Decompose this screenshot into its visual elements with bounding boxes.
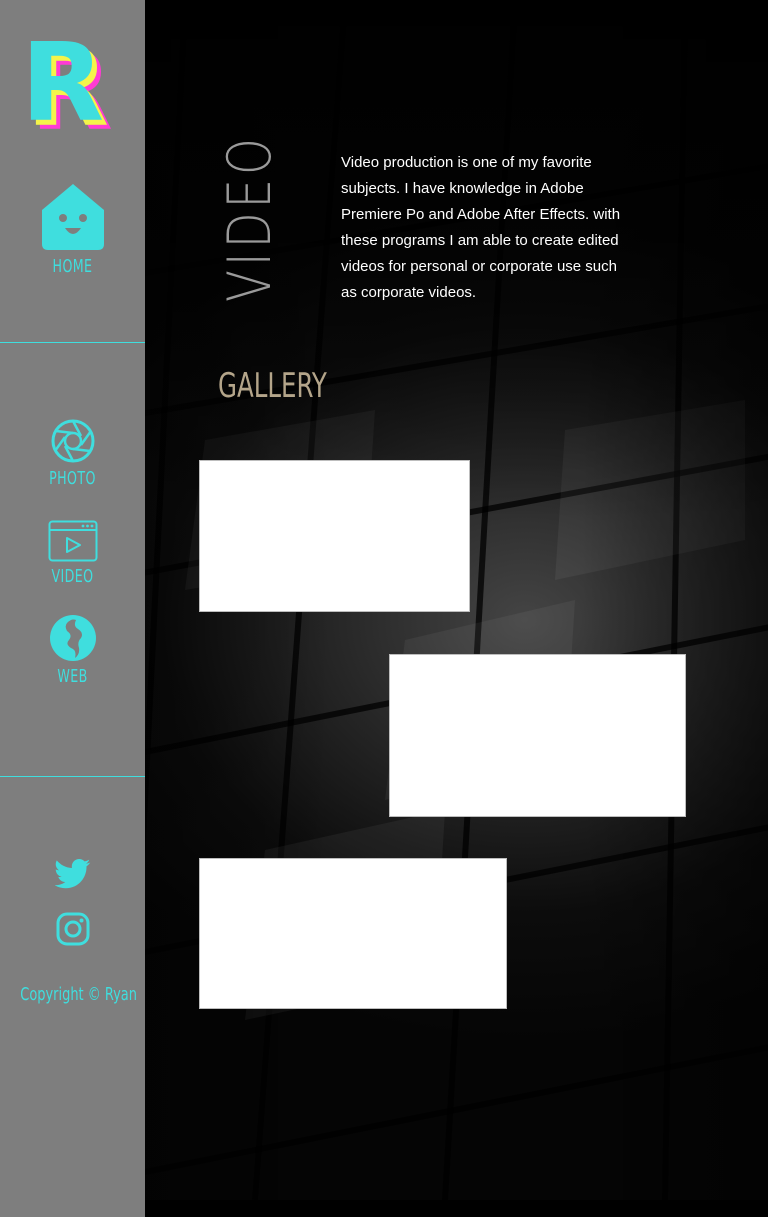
nav-photo-label: PHOTO [49,468,96,489]
sidebar: R R R HOME PHOTO VIDEO WEB Copyright © R… [0,0,145,1217]
camera-aperture-icon [51,419,94,463]
divider [0,342,145,343]
nav-photo[interactable]: PHOTO [0,418,145,489]
gallery-video-2[interactable] [389,654,686,817]
divider [0,776,145,777]
nav-video-label: VIDEO [51,566,94,587]
globe-icon [49,615,96,661]
footer-band [145,1200,768,1217]
page-title-text: VIDEO [215,134,285,302]
nav-home[interactable]: HOME [0,180,145,277]
nav-home-label: HOME [52,256,93,277]
video-player-icon [48,520,97,562]
logo[interactable]: R R R [20,32,130,137]
nav-web[interactable]: WEB [0,614,145,687]
nav-web-label: WEB [57,666,88,687]
twitter-link[interactable] [0,858,145,894]
nav-video[interactable]: VIDEO [0,520,145,587]
gallery-video-1[interactable] [199,460,470,612]
gallery-video-3[interactable] [199,858,507,1009]
home-icon [41,184,104,250]
page-title: VIDEO [215,134,285,302]
twitter-icon [53,859,90,889]
copyright: Copyright © Ryan [20,984,137,1005]
page-description: Video production is one of my favorite s… [341,154,621,301]
instagram-icon [56,912,89,946]
svg-text:R: R [21,32,104,137]
instagram-link[interactable] [0,912,145,950]
gallery-heading: GALLERY [218,366,327,406]
